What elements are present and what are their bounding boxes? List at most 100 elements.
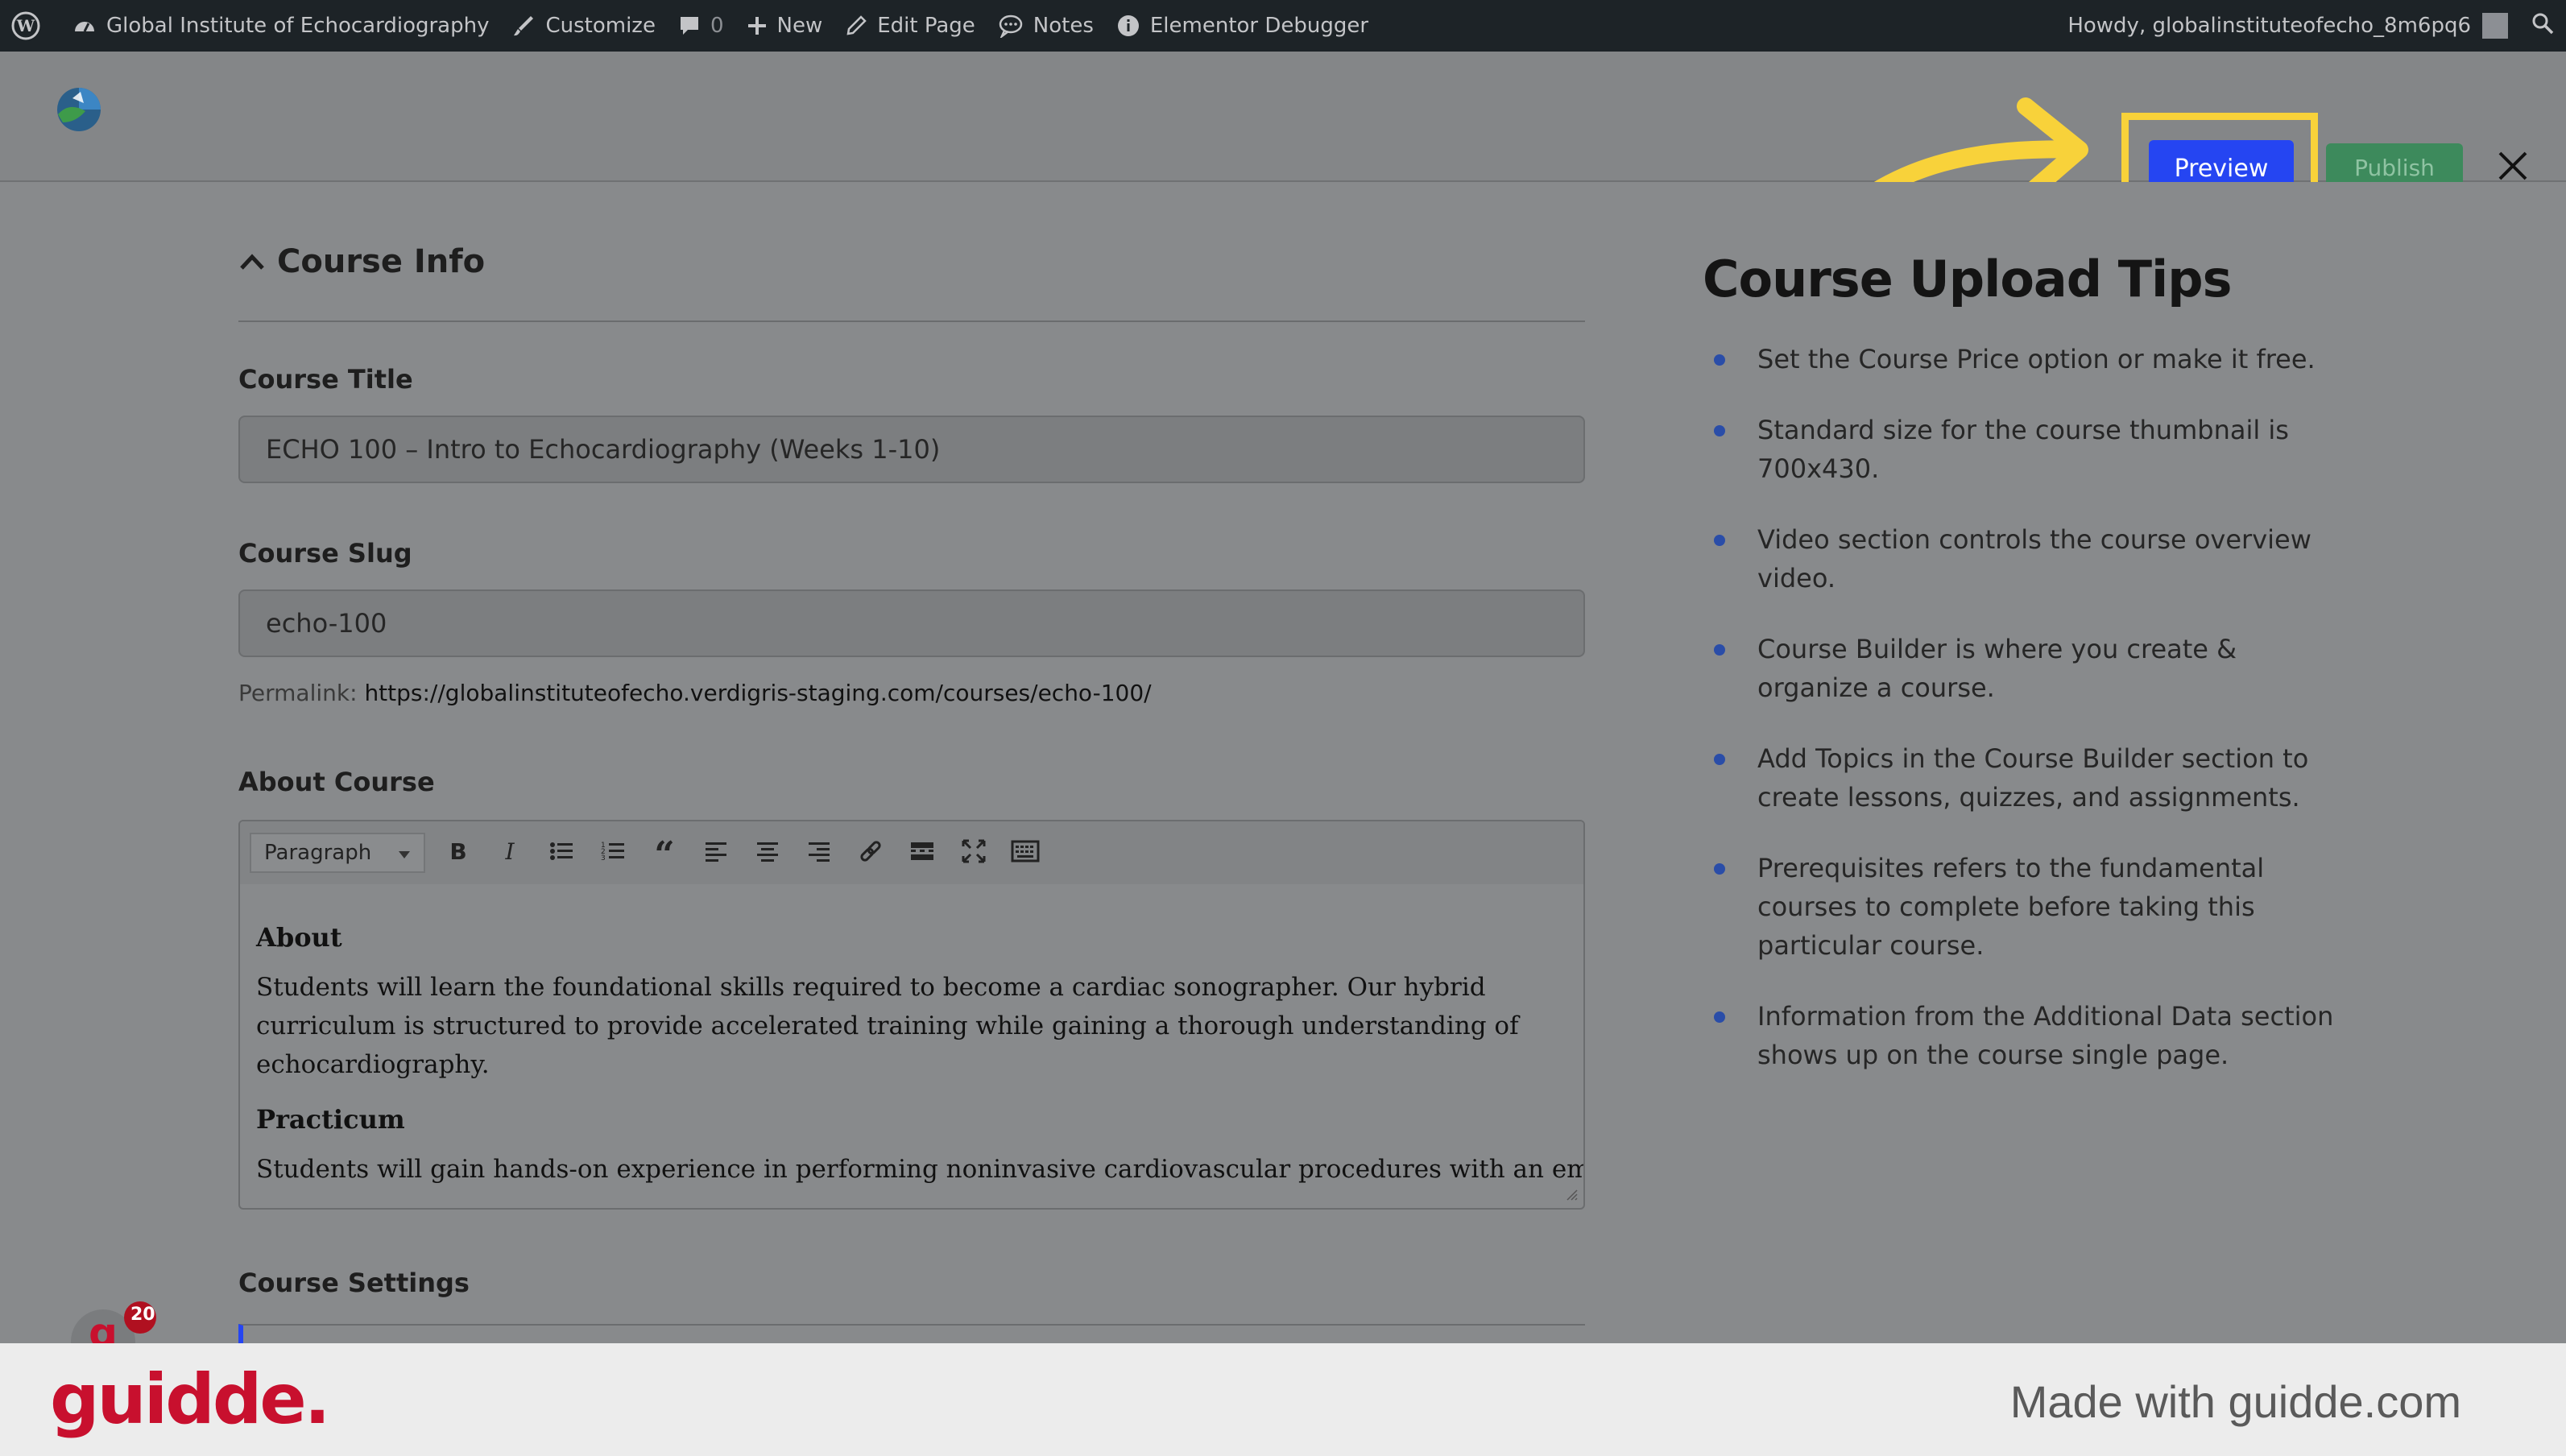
fullscreen-button[interactable] xyxy=(955,834,992,871)
wordpress-icon: W xyxy=(11,11,40,40)
bullet-icon xyxy=(1714,535,1725,546)
notes-label: Notes xyxy=(1033,14,1094,38)
elementor-debugger-item[interactable]: Elementor Debugger xyxy=(1105,0,1380,52)
editor-content[interactable]: About Students will learn the foundation… xyxy=(240,884,1583,1189)
site-logo[interactable] xyxy=(56,87,101,135)
course-settings-label: Course Settings xyxy=(238,1268,470,1298)
bullet-list-button[interactable] xyxy=(543,834,580,871)
howdy-label: Howdy, globalinstituteofecho_8m6pq6 xyxy=(2067,14,2471,38)
tip-item: Standard size for the course thumbnail i… xyxy=(1703,411,2347,488)
format-select-value: Paragraph xyxy=(264,841,372,865)
section-divider xyxy=(238,321,1585,322)
admin-bar: W Global Institute of Echocardiography C… xyxy=(0,0,2566,52)
content-heading-about: About xyxy=(256,922,342,953)
bold-button[interactable]: B xyxy=(440,834,477,871)
new-item[interactable]: New xyxy=(735,0,834,52)
bullet-icon xyxy=(1714,863,1725,875)
align-left-button[interactable] xyxy=(697,834,735,871)
tip-item: Set the Course Price option or make it f… xyxy=(1703,340,2347,378)
bullet-icon xyxy=(1714,354,1725,366)
permalink: Permalink: https://globalinstituteofecho… xyxy=(238,680,1152,706)
speech-bubble-icon xyxy=(998,14,1024,38)
notification-count: 20 xyxy=(130,1305,155,1325)
edit-page-item[interactable]: Edit Page xyxy=(834,0,987,52)
align-right-icon xyxy=(807,840,831,866)
course-editor-main: Course Info Course Title ECHO 100 – Intr… xyxy=(0,182,2566,1374)
read-more-button[interactable] xyxy=(904,834,941,871)
svg-text:“: “ xyxy=(654,839,674,863)
guidde-logo: guidde. xyxy=(50,1359,330,1440)
tips-list: Set the Course Price option or make it f… xyxy=(1703,340,2347,1106)
chevron-down-icon xyxy=(398,841,411,865)
course-slug-input[interactable]: echo-100 xyxy=(238,589,1585,657)
bullet-icon xyxy=(1714,425,1725,436)
content-heading-practicum: Practicum xyxy=(256,1104,405,1135)
format-select[interactable]: Paragraph xyxy=(250,833,425,873)
tip-item: Information from the Additional Data sec… xyxy=(1703,997,2347,1074)
align-right-button[interactable] xyxy=(801,834,838,871)
chevron-up-icon xyxy=(238,252,266,271)
svg-text:W: W xyxy=(16,16,35,35)
comment-icon xyxy=(678,14,701,37)
bullet-list-icon xyxy=(548,839,574,867)
search-item[interactable] xyxy=(2519,0,2566,52)
resize-handle-icon[interactable] xyxy=(1564,1187,1579,1205)
site-name-item[interactable]: Global Institute of Echocardiography xyxy=(61,0,500,52)
course-title-input[interactable]: ECHO 100 – Intro to Echocardiography (We… xyxy=(238,416,1585,483)
comments-count: 0 xyxy=(710,14,724,38)
content-paragraph-practicum: Students will gain hands-on experience i… xyxy=(256,1155,1585,1184)
elementor-debugger-label: Elementor Debugger xyxy=(1149,14,1369,38)
bullet-icon xyxy=(1714,644,1725,656)
guidde-footer: guidde. Made with guidde.com xyxy=(0,1343,2566,1456)
editor-header: Preview Publish xyxy=(0,52,2566,328)
permalink-label: Permalink: xyxy=(238,680,358,706)
align-left-icon xyxy=(704,840,728,866)
account-item[interactable]: Howdy, globalinstituteofecho_8m6pq6 xyxy=(2056,0,2519,52)
italic-icon: I xyxy=(499,838,520,867)
about-course-label: About Course xyxy=(238,767,435,797)
link-icon xyxy=(858,838,884,867)
comments-item[interactable]: 0 xyxy=(667,0,735,52)
course-info-toggle[interactable]: Course Info xyxy=(238,243,485,280)
bullet-icon xyxy=(1714,754,1725,765)
blockquote-button[interactable]: “ xyxy=(646,834,683,875)
svg-text:3: 3 xyxy=(601,854,606,862)
tip-item: Course Builder is where you create & org… xyxy=(1703,630,2347,707)
close-icon[interactable] xyxy=(2497,150,2529,185)
toolbar-toggle-button[interactable] xyxy=(1007,834,1044,871)
avatar xyxy=(2482,13,2508,39)
editor-toolbar: Paragraph B I 123 “ xyxy=(240,821,1583,884)
customize-item[interactable]: Customize xyxy=(500,0,666,52)
toolbar-toggle-icon xyxy=(1011,839,1040,867)
fullscreen-icon xyxy=(961,838,987,867)
numbered-list-icon: 123 xyxy=(600,839,626,867)
dashboard-icon xyxy=(72,14,97,38)
tip-item: Add Topics in the Course Builder section… xyxy=(1703,739,2347,817)
tip-item: Prerequisites refers to the fundamental … xyxy=(1703,849,2347,965)
pencil-icon xyxy=(845,14,867,37)
tip-item: Video section controls the course overvi… xyxy=(1703,520,2347,598)
bullet-icon xyxy=(1714,1011,1725,1023)
read-more-icon xyxy=(909,840,935,866)
wordpress-logo-item[interactable]: W xyxy=(0,0,61,52)
customize-label: Customize xyxy=(545,14,656,38)
new-label: New xyxy=(776,14,823,38)
edit-page-label: Edit Page xyxy=(877,14,975,38)
content-paragraph-about: Students will learn the foundational ski… xyxy=(256,973,1519,1079)
quote-icon: “ xyxy=(652,834,677,875)
plus-icon xyxy=(747,15,768,36)
made-with-text: Made with guidde.com xyxy=(2009,1376,2461,1427)
permalink-url[interactable]: https://globalinstituteofecho.verdigris-… xyxy=(364,680,1151,706)
course-info-title: Course Info xyxy=(277,243,486,280)
about-course-editor[interactable]: Paragraph B I 123 “ About Students will … xyxy=(238,820,1585,1210)
link-button[interactable] xyxy=(852,834,889,871)
notes-item[interactable]: Notes xyxy=(987,0,1105,52)
info-icon xyxy=(1116,14,1140,38)
italic-button[interactable]: I xyxy=(491,834,528,871)
numbered-list-button[interactable]: 123 xyxy=(594,834,631,871)
svg-text:B: B xyxy=(449,839,466,863)
align-center-icon xyxy=(755,840,780,866)
align-center-button[interactable] xyxy=(749,834,786,871)
course-title-label: Course Title xyxy=(238,364,413,395)
search-icon xyxy=(2531,11,2555,41)
